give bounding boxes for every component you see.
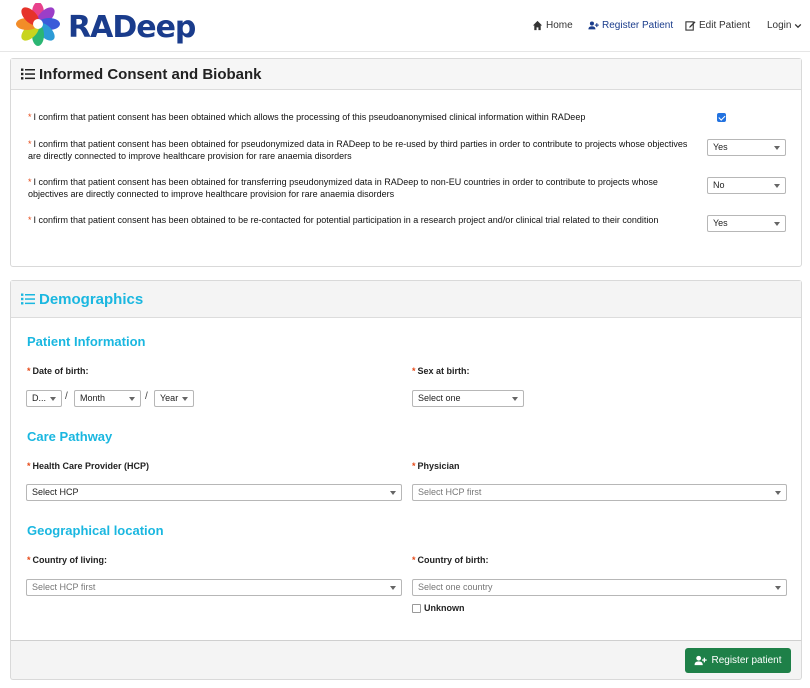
- consent-item-2-text: I confirm that patient consent has been …: [28, 139, 688, 161]
- register-patient-button[interactable]: Register patient: [685, 648, 791, 673]
- caret-down-icon: [182, 397, 188, 401]
- required-marker: *: [28, 215, 32, 225]
- user-plus-icon: [588, 21, 599, 30]
- unknown-label: Unknown: [424, 603, 465, 613]
- country-birth-label: * Country of birth:: [412, 555, 489, 565]
- consent-reuse-value: Yes: [713, 142, 728, 152]
- consent-item-2: * I confirm that patient consent has been…: [28, 138, 698, 162]
- user-plus-icon: [695, 655, 708, 666]
- consent-item-4-text: I confirm that patient consent has been …: [33, 215, 659, 225]
- nav-edit-patient[interactable]: Edit Patient: [685, 20, 750, 31]
- caret-down-icon: [774, 146, 780, 150]
- chevron-down-icon: [795, 23, 802, 28]
- dob-label-text: Date of birth:: [32, 366, 89, 376]
- nav-register-label: Register Patient: [602, 20, 674, 31]
- form-footer: [10, 640, 802, 680]
- brand-name[interactable]: RADeep: [68, 10, 196, 45]
- caret-down-icon: [774, 184, 780, 188]
- dob-day-select[interactable]: D...: [26, 390, 62, 407]
- dob-year-value: Year: [160, 393, 179, 403]
- date-separator: /: [65, 391, 68, 402]
- consent-transfer-value: No: [713, 180, 725, 190]
- demographics-panel-header: Demographics: [11, 281, 801, 318]
- sex-label: * Sex at birth:: [412, 366, 470, 376]
- consent-title: Informed Consent and Biobank: [39, 65, 262, 83]
- caret-down-icon: [390, 491, 396, 495]
- consent-item-3-text: I confirm that patient consent has been …: [28, 177, 658, 199]
- country-living-label-text: Country of living:: [32, 555, 108, 565]
- physician-value: Select HCP first: [418, 487, 482, 497]
- consent-panel-header: Informed Consent and Biobank: [11, 59, 801, 90]
- radeep-logo-icon: [16, 3, 60, 46]
- consent-item-1-text: I confirm that patient consent has been …: [33, 112, 586, 122]
- required-marker: *: [28, 139, 32, 149]
- patient-info-title: Patient Information: [27, 334, 146, 349]
- country-birth-value: Select one country: [418, 582, 493, 592]
- country-living-value: Select HCP first: [32, 582, 96, 592]
- consent-recontact-value: Yes: [713, 218, 728, 228]
- physician-select[interactable]: Select HCP first: [412, 484, 787, 501]
- caret-down-icon: [512, 397, 518, 401]
- sex-value: Select one: [418, 393, 461, 403]
- caret-down-icon: [774, 222, 780, 226]
- required-marker: *: [412, 555, 416, 565]
- dob-month-select[interactable]: Month: [74, 390, 141, 407]
- caret-down-icon: [775, 491, 781, 495]
- unknown-country-checkbox[interactable]: [412, 604, 421, 613]
- physician-label: * Physician: [412, 461, 460, 471]
- list-icon: [21, 68, 35, 80]
- consent-item-1: * I confirm that patient consent has been…: [28, 111, 698, 123]
- edit-icon: [685, 21, 696, 31]
- caret-down-icon: [129, 397, 135, 401]
- physician-label-text: Physician: [417, 461, 460, 471]
- nav-edit-label: Edit Patient: [699, 20, 751, 31]
- hcp-select[interactable]: Select HCP: [26, 484, 402, 501]
- dob-day-value: D...: [32, 393, 47, 403]
- dob-year-select[interactable]: Year: [154, 390, 194, 407]
- caret-down-icon: [775, 586, 781, 590]
- hcp-label-text: Health Care Provider (HCP): [32, 461, 150, 471]
- sex-label-text: Sex at birth:: [417, 366, 470, 376]
- country-birth-label-text: Country of birth:: [417, 555, 489, 565]
- care-pathway-title: Care Pathway: [27, 429, 113, 444]
- consent-transfer-select[interactable]: No: [707, 177, 786, 194]
- navbar: RADeep Home Register Patient Edit Patien…: [0, 0, 810, 52]
- dob-label: * Date of birth:: [27, 366, 89, 376]
- country-living-select[interactable]: Select HCP first: [26, 579, 402, 596]
- required-marker: *: [28, 112, 32, 122]
- dob-month-value: Month: [80, 393, 106, 403]
- consent-recontact-select[interactable]: Yes: [707, 215, 786, 232]
- required-marker: *: [412, 461, 416, 471]
- nav-register-patient[interactable]: Register Patient: [588, 20, 673, 31]
- list-icon: [21, 293, 35, 305]
- consent-item-3: * I confirm that patient consent has been…: [28, 176, 698, 200]
- country-living-label: * Country of living:: [27, 555, 107, 565]
- nav-login-label: Login: [767, 20, 792, 31]
- hcp-label: * Health Care Provider (HCP): [27, 461, 149, 471]
- consent-panel: Informed Consent and Biobank * I confirm …: [10, 58, 802, 267]
- hcp-value: Select HCP: [32, 487, 79, 497]
- required-marker: *: [27, 461, 31, 471]
- home-icon: [532, 20, 543, 31]
- nav-home-label: Home: [546, 20, 573, 31]
- required-marker: *: [27, 366, 31, 376]
- nav-login[interactable]: Login: [767, 20, 802, 31]
- required-marker: *: [27, 555, 31, 565]
- consent-reuse-select[interactable]: Yes: [707, 139, 786, 156]
- date-separator: /: [145, 391, 148, 402]
- required-marker: *: [412, 366, 416, 376]
- consent-item-4: * I confirm that patient consent has been…: [28, 214, 698, 226]
- country-birth-select[interactable]: Select one country: [412, 579, 787, 596]
- register-patient-label: Register patient: [711, 655, 782, 666]
- demographics-title: Demographics: [39, 290, 144, 308]
- geo-title: Geographical location: [27, 523, 164, 538]
- required-marker: *: [28, 177, 32, 187]
- sex-select[interactable]: Select one: [412, 390, 524, 407]
- consent-processing-checkbox[interactable]: [717, 113, 726, 122]
- caret-down-icon: [390, 586, 396, 590]
- caret-down-icon: [50, 397, 56, 401]
- nav-home[interactable]: Home: [532, 20, 573, 31]
